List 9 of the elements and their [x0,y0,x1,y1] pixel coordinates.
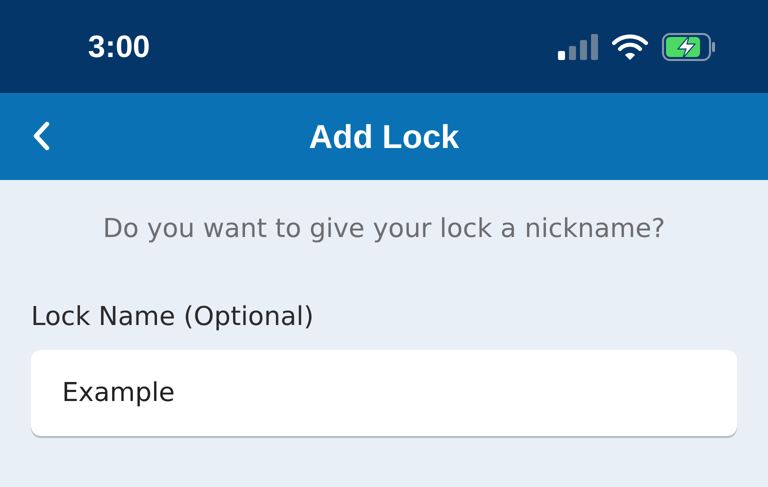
signal-icon [558,34,598,60]
wifi-icon [612,34,648,60]
status-time: 3:00 [88,28,150,64]
screen-title: Add Lock [308,118,460,156]
field-label: Lock Name (Optional) [31,302,315,332]
lock-name-field[interactable]: Example [31,350,737,436]
battery-charging-icon [662,32,716,60]
chevron-left-icon [32,121,50,151]
nickname-prompt: Do you want to give your lock a nickname? [102,214,666,244]
